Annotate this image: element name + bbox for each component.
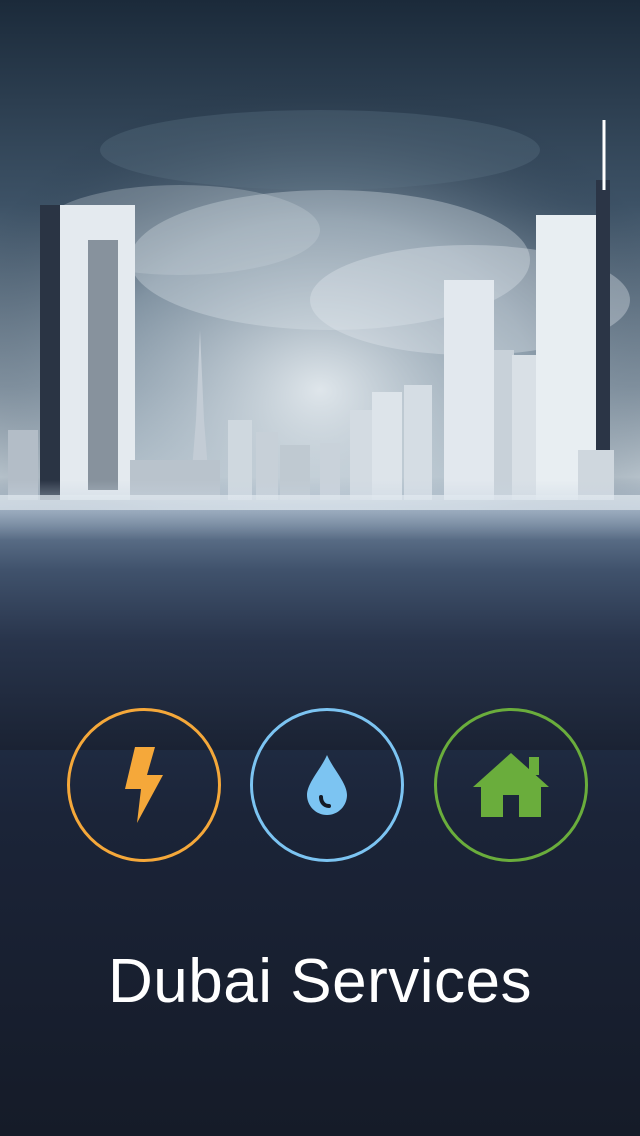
electricity-button[interactable] [67,708,221,862]
water-drop-icon [307,755,347,815]
lightning-bolt-icon [125,747,163,823]
housing-button[interactable] [434,708,588,862]
house-icon [473,753,549,817]
city-skyline-image [0,120,640,515]
splash-screen: Dubai Services [0,0,640,1136]
app-title: Dubai Services [108,947,532,1016]
ground-haze [0,480,640,540]
service-buttons-row [0,708,640,868]
water-button[interactable] [250,708,404,862]
